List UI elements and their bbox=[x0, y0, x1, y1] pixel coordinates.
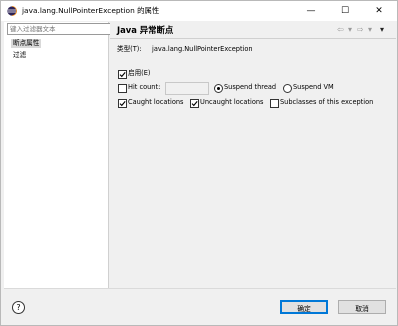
checkmark-icon bbox=[191, 101, 198, 107]
hit-count-checkbox[interactable] bbox=[118, 84, 127, 93]
window-title: java.lang.NullPointerException 的属性 bbox=[22, 6, 160, 15]
minimize-button[interactable]: — bbox=[294, 1, 328, 21]
back-arrow-icon[interactable]: ⇦ bbox=[337, 25, 344, 35]
type-label: 类型(T): bbox=[117, 45, 142, 53]
sidebar: 断点属性 过滤 bbox=[4, 22, 111, 288]
page-title: Java 异常断点 bbox=[117, 25, 174, 35]
title-bar[interactable]: java.lang.NullPointerException 的属性 — ☐ ✕ bbox=[1, 1, 397, 21]
forward-arrow-icon[interactable]: ⇨ bbox=[357, 25, 364, 35]
suspend-thread-radio[interactable] bbox=[214, 84, 223, 93]
checkmark-icon bbox=[119, 101, 126, 107]
enabled-label: 启用(E) bbox=[128, 69, 151, 77]
uncaught-locations-label: Uncaught locations bbox=[200, 98, 264, 106]
forward-menu-icon[interactable]: ▾ bbox=[368, 25, 372, 35]
ok-button[interactable]: 确定 bbox=[280, 300, 328, 314]
hit-count-input[interactable] bbox=[165, 82, 209, 95]
caught-locations-checkbox[interactable] bbox=[118, 99, 127, 108]
uncaught-locations-checkbox[interactable] bbox=[190, 99, 199, 108]
eclipse-icon bbox=[7, 6, 17, 16]
properties-dialog: java.lang.NullPointerException 的属性 — ☐ ✕… bbox=[0, 0, 398, 326]
close-button[interactable]: ✕ bbox=[362, 1, 396, 21]
footer-separator bbox=[4, 288, 396, 289]
radio-dot-icon bbox=[217, 87, 220, 90]
subclasses-checkbox[interactable] bbox=[270, 99, 279, 108]
view-menu-icon[interactable]: ▾ bbox=[380, 25, 384, 35]
maximize-button[interactable]: ☐ bbox=[328, 1, 362, 21]
caught-locations-label: Caught locations bbox=[128, 98, 184, 106]
hit-count-label: Hit count: bbox=[128, 83, 161, 91]
subclasses-label: Subclasses of this exception bbox=[280, 98, 374, 106]
filter-input[interactable] bbox=[7, 23, 111, 35]
suspend-vm-radio[interactable] bbox=[283, 84, 292, 93]
enabled-checkbox[interactable] bbox=[118, 70, 127, 79]
page-header: Java 异常断点 ⇦ ▾ ⇨ ▾ ▾ bbox=[110, 22, 396, 39]
checkmark-icon bbox=[119, 72, 126, 78]
back-menu-icon[interactable]: ▾ bbox=[348, 25, 352, 35]
help-icon[interactable]: ? bbox=[12, 301, 25, 314]
type-value: java.lang.NullPointerException bbox=[152, 45, 253, 53]
sidebar-item-filtering[interactable]: 过滤 bbox=[11, 51, 28, 60]
page-content: Java 异常断点 ⇦ ▾ ⇨ ▾ ▾ 类型(T): java.lang.Nul… bbox=[110, 22, 396, 288]
cancel-button[interactable]: 取消 bbox=[338, 300, 386, 314]
sidebar-item-breakpoint-properties[interactable]: 断点属性 bbox=[11, 39, 42, 48]
suspend-vm-label: Suspend VM bbox=[293, 83, 334, 91]
suspend-thread-label: Suspend thread bbox=[224, 83, 277, 91]
